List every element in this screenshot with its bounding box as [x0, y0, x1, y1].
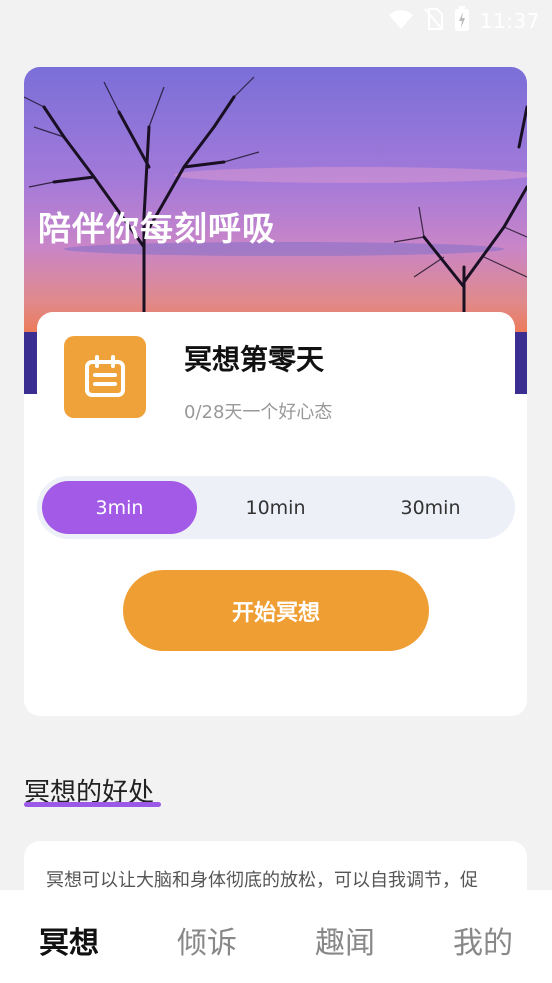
nav-tab-mine[interactable]: 我的: [433, 918, 533, 962]
benefits-text: 冥想可以让大脑和身体彻底的放松，可以自我调节，促: [46, 870, 478, 891]
bottom-navigation: 冥想 倾诉 趣闻 我的: [0, 890, 552, 983]
status-bar: 11:37: [0, 0, 552, 40]
duration-option-3min[interactable]: 3min: [42, 481, 197, 534]
duration-option-30min[interactable]: 30min: [353, 481, 508, 534]
nav-tab-meditation[interactable]: 冥想: [19, 918, 119, 962]
nav-tab-news[interactable]: 趣闻: [295, 918, 395, 962]
no-sim-icon: [424, 7, 444, 35]
start-meditation-button[interactable]: 开始冥想: [123, 570, 429, 651]
calendar-icon: [64, 336, 146, 418]
banner-title: 陪伴你每刻呼吸: [38, 209, 276, 248]
status-time: 11:37: [479, 9, 540, 33]
nav-tab-confide[interactable]: 倾诉: [157, 918, 257, 962]
duration-selector: 3min 10min 30min: [37, 476, 515, 539]
meditation-card: 陪伴你每刻呼吸 冥想第零天 0/28天一个好心态 3min 10min 30mi…: [24, 67, 527, 716]
battery-charging-icon: [454, 6, 470, 36]
meditation-progress-subtitle: 0/28天一个好心态: [184, 402, 333, 423]
section-title-underline: [24, 802, 161, 807]
wifi-icon: [388, 8, 414, 34]
meditation-info-panel: 冥想第零天 0/28天一个好心态: [37, 312, 515, 462]
status-icons: 11:37: [388, 6, 540, 36]
duration-option-10min[interactable]: 10min: [198, 481, 353, 534]
meditation-day-title: 冥想第零天: [184, 343, 325, 376]
